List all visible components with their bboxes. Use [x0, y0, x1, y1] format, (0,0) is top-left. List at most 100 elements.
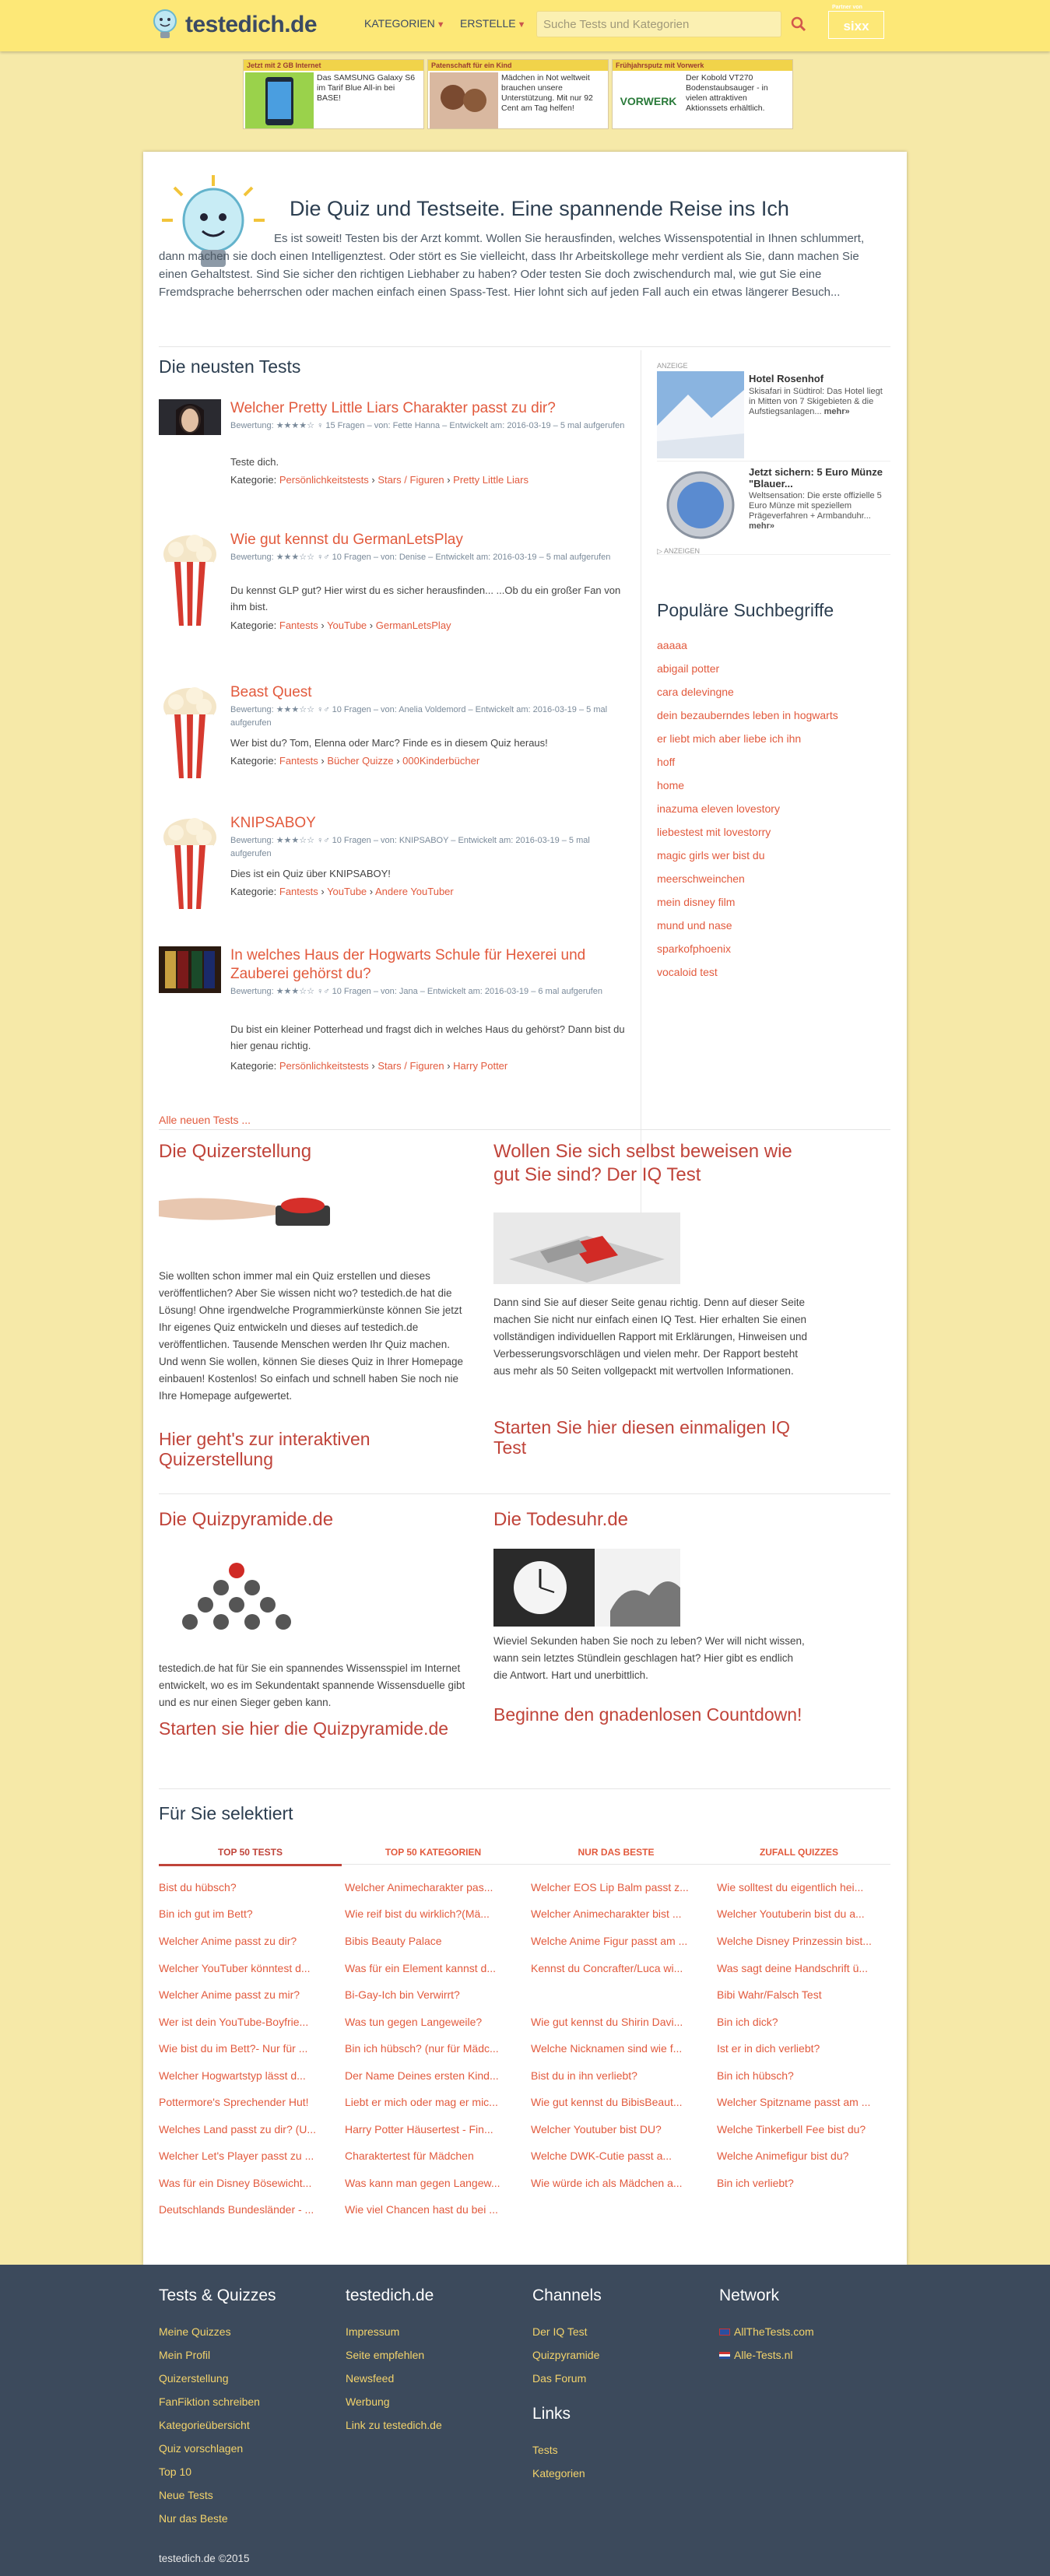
popular-term[interactable]: home	[657, 779, 684, 791]
selected-link[interactable]: Wie gut kennst du Shirin Davi...	[531, 2016, 704, 2028]
footer-link[interactable]: Nur das Beste	[159, 2512, 228, 2525]
selected-link[interactable]: Wie reif bist du wirklich?(Mä...	[345, 1907, 518, 1920]
selected-link[interactable]: Welcher Youtuber bist DU?	[531, 2123, 704, 2136]
selected-link[interactable]: Welche DWK-Cutie passt a...	[531, 2150, 704, 2162]
footer-link[interactable]: Top 10	[159, 2465, 191, 2478]
selected-link[interactable]: Welcher Anime passt zu dir?	[159, 1935, 332, 1947]
cat-link[interactable]: Fantests	[279, 886, 318, 897]
selected-link[interactable]: Der Name Deines ersten Kind...	[345, 2069, 518, 2082]
test-title[interactable]: Welcher Pretty Little Liars Charakter pa…	[230, 399, 627, 418]
cat-link[interactable]: Persönlichkeitstests	[279, 474, 369, 486]
popular-term[interactable]: er liebt mich aber liebe ich ihn	[657, 732, 801, 745]
footer-link[interactable]: Das Forum	[532, 2372, 586, 2385]
selected-link[interactable]: Welche Disney Prinzessin bist...	[717, 1935, 890, 1947]
popular-term[interactable]: cara delevingne	[657, 686, 734, 698]
cat-link[interactable]: Stars / Figuren	[378, 474, 444, 486]
quizerstellung-link[interactable]: Hier geht's zur interaktiven Quizerstell…	[159, 1429, 455, 1469]
tab-top50-kategorien[interactable]: TOP 50 KATEGORIEN	[342, 1841, 525, 1865]
selected-link[interactable]: Bist du in ihn verliebt?	[531, 2069, 704, 2082]
footer-link[interactable]: Alle-Tests.nl	[719, 2349, 792, 2361]
nav-erstelle[interactable]: ERSTELLE ▼	[460, 17, 525, 30]
todesuhr-link[interactable]: Beginne den gnadenlosen Countdown!	[493, 1704, 805, 1725]
selected-link[interactable]: Bin ich hübsch?	[717, 2069, 890, 2082]
selected-link[interactable]: Bist du hübsch?	[159, 1881, 332, 1893]
test-title[interactable]: KNIPSABOY	[230, 814, 627, 833]
cat-link[interactable]: Harry Potter	[453, 1060, 507, 1072]
popular-term[interactable]: inazuma eleven lovestory	[657, 802, 780, 815]
selected-link[interactable]: Kennst du Concrafter/Luca wi...	[531, 1962, 704, 1974]
selected-link[interactable]: Was sagt deine Handschrift ü...	[717, 1962, 890, 1974]
ad-vorwerk[interactable]: Frühjahrsputz mit Vorwerk VORWERK Der Ko…	[612, 59, 793, 129]
cat-link[interactable]: Pretty Little Liars	[453, 474, 529, 486]
selected-link[interactable]: Wie bist du im Bett?- Nur für ...	[159, 2042, 332, 2055]
test-title[interactable]: Beast Quest	[230, 683, 627, 702]
cat-link[interactable]: Stars / Figuren	[378, 1060, 444, 1072]
sidebar-ad-item[interactable]: Hotel Rosenhof Skisafari in Südtirol: Da…	[657, 371, 890, 462]
more-link[interactable]: mehr»	[824, 407, 850, 416]
ad-patenschaft[interactable]: Patenschaft für ein Kind Mädchen in Not …	[427, 59, 609, 129]
selected-link[interactable]: Bi-Gay-Ich bin Verwirrt?	[345, 1988, 518, 2001]
selected-link[interactable]: Bin ich verliebt?	[717, 2177, 890, 2189]
test-title[interactable]: In welches Haus der Hogwarts Schule für …	[230, 946, 627, 984]
cat-link[interactable]: Persönlichkeitstests	[279, 1060, 369, 1072]
test-item[interactable]: Wie gut kennst du GermanLetsPlay Bewertu…	[159, 531, 634, 640]
footer-link[interactable]: Link zu testedich.de	[346, 2419, 442, 2431]
all-new-tests-link[interactable]: Alle neuen Tests ...	[159, 1114, 251, 1126]
popular-term[interactable]: abigail potter	[657, 662, 719, 675]
selected-link[interactable]: Welcher Animecharakter pas...	[345, 1881, 518, 1893]
selected-link[interactable]: Wie viel Chancen hast du bei ...	[345, 2203, 518, 2216]
tab-nur-das-beste[interactable]: NUR DAS BESTE	[525, 1841, 708, 1865]
popular-term[interactable]: sparkofphoenix	[657, 942, 731, 955]
search-input[interactable]	[536, 11, 781, 37]
cat-link[interactable]: YouTube	[327, 886, 367, 897]
selected-link[interactable]: Bin ich hübsch? (nur für Mädc...	[345, 2042, 518, 2055]
nav-kategorien[interactable]: KATEGORIEN ▼	[364, 17, 445, 30]
test-title[interactable]: Wie gut kennst du GermanLetsPlay	[230, 531, 627, 549]
selected-link[interactable]: Was für ein Disney Bösewicht...	[159, 2177, 332, 2189]
selected-link[interactable]: Bin ich dick?	[717, 2016, 890, 2028]
footer-link[interactable]: Newsfeed	[346, 2372, 394, 2385]
popular-term[interactable]: magic girls wer bist du	[657, 849, 765, 862]
selected-link[interactable]: Was tun gegen Langeweile?	[345, 2016, 518, 2028]
selected-link[interactable]: Wie gut kennst du BibisBeaut...	[531, 2096, 704, 2108]
selected-link[interactable]: Charaktertest für Mädchen	[345, 2150, 518, 2162]
popular-term[interactable]: aaaaa	[657, 639, 687, 651]
footer-link[interactable]: Tests	[532, 2444, 558, 2456]
popular-term[interactable]: vocaloid test	[657, 966, 718, 978]
popular-term[interactable]: mund und nase	[657, 919, 732, 932]
footer-link[interactable]: Seite empfehlen	[346, 2349, 424, 2361]
footer-link[interactable]: FanFiktion schreiben	[159, 2395, 260, 2408]
cat-link[interactable]: GermanLetsPlay	[376, 619, 451, 631]
selected-link[interactable]: Wer ist dein YouTube-Boyfrie...	[159, 2016, 332, 2028]
cat-link[interactable]: Bücher Quizze	[327, 755, 393, 767]
cat-link[interactable]: YouTube	[327, 619, 367, 631]
footer-link[interactable]: Der IQ Test	[532, 2325, 588, 2338]
footer-link[interactable]: Kategorieübersicht	[159, 2419, 250, 2431]
popular-term[interactable]: hoff	[657, 756, 675, 768]
sidebar-ad-item[interactable]: Jetzt sichern: 5 Euro Münze "Blauer... W…	[657, 465, 890, 555]
popular-term[interactable]: mein disney film	[657, 896, 735, 908]
selected-link[interactable]: Ist er in dich verliebt?	[717, 2042, 890, 2055]
selected-link[interactable]: Welche Anime Figur passt am ...	[531, 1935, 704, 1947]
footer-link[interactable]: Werbung	[346, 2395, 390, 2408]
selected-link[interactable]: Liebt er mich oder mag er mic...	[345, 2096, 518, 2108]
selected-link[interactable]: Welcher YouTuber könntest d...	[159, 1962, 332, 1974]
tab-top50-tests[interactable]: TOP 50 TESTS	[159, 1841, 342, 1866]
selected-link[interactable]: Was kann man gegen Langew...	[345, 2177, 518, 2189]
popular-term[interactable]: meerschweinchen	[657, 872, 745, 885]
selected-link[interactable]: Welcher Youtuberin bist du a...	[717, 1907, 890, 1920]
cat-link[interactable]: 000Kinderbücher	[402, 755, 479, 767]
search-icon[interactable]	[788, 11, 808, 37]
sixx-partner-logo[interactable]: Partner von sixx	[828, 5, 884, 39]
footer-link[interactable]: Meine Quizzes	[159, 2325, 231, 2338]
selected-link[interactable]: Bibi Wahr/Falsch Test	[717, 1988, 890, 2001]
test-item[interactable]: KNIPSABOY Bewertung: ★★★☆☆ ♀♂ 10 Fragen …	[159, 814, 634, 923]
ad-samsung[interactable]: Jetzt mit 2 GB Internet Das SAMSUNG Gala…	[243, 59, 424, 129]
popular-term[interactable]: liebestest mit lovestorry	[657, 826, 771, 838]
selected-link[interactable]: Welches Land passt zu dir? (U...	[159, 2123, 332, 2136]
footer-link[interactable]: Neue Tests	[159, 2489, 213, 2501]
test-item[interactable]: Welcher Pretty Little Liars Charakter pa…	[159, 399, 634, 508]
iq-link[interactable]: Starten Sie hier diesen einmaligen IQ Te…	[493, 1417, 813, 1458]
selected-link[interactable]: Wie würde ich als Mädchen a...	[531, 2177, 704, 2189]
footer-link[interactable]: Mein Profil	[159, 2349, 210, 2361]
